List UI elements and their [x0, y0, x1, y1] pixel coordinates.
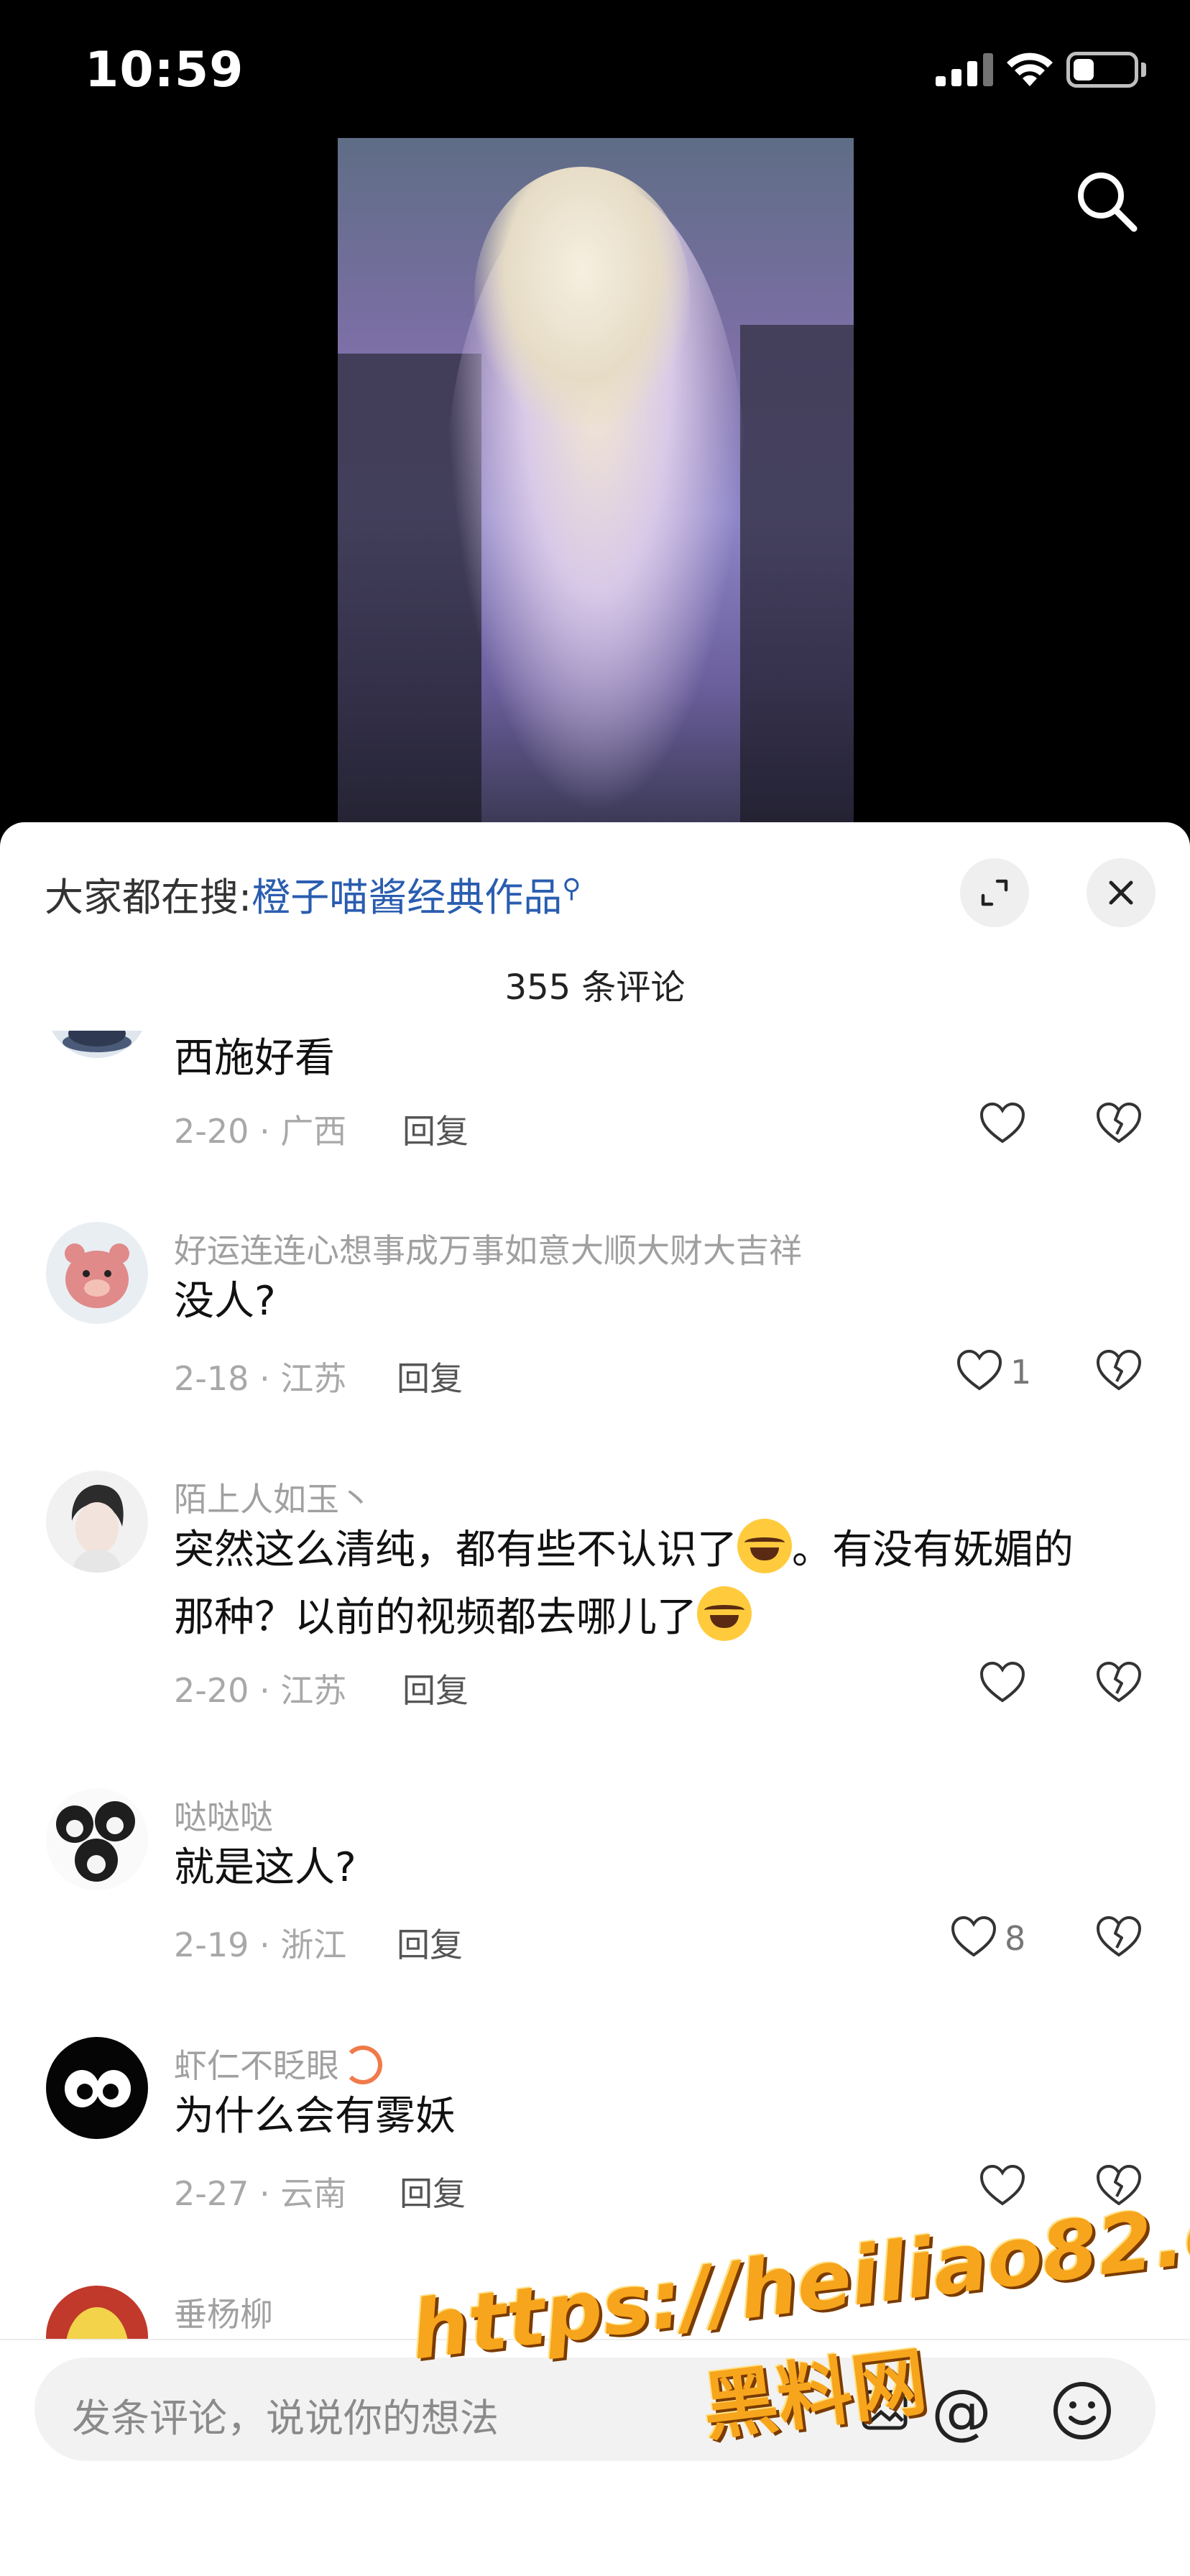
comment-username[interactable]: 陌上人如玉丶	[174, 1473, 372, 1521]
video-frame-detail	[740, 325, 854, 822]
like-heart-icon[interactable]	[979, 2163, 1026, 2208]
dislike-broken-heart-icon[interactable]	[1095, 1915, 1143, 1959]
avatar-image	[65, 2070, 131, 2107]
comment-text: 没人?	[174, 1278, 276, 1325]
divider	[0, 2339, 1190, 2340]
laughing-crying-emoji-icon	[737, 1519, 792, 1573]
mention-at-icon[interactable]: @	[931, 2376, 992, 2447]
dislike-broken-heart-icon[interactable]	[1095, 2163, 1143, 2208]
reply-button[interactable]: 回复	[397, 1919, 463, 1966]
reply-button[interactable]: 回复	[402, 1665, 469, 1712]
comment-text-part: 那种？以前的视频都去哪儿了	[174, 1594, 697, 1641]
shrimp-emoji-icon	[343, 2046, 382, 2084]
comment-text-part: 。有没有妩媚的	[792, 1527, 1074, 1573]
comment-date-location: 2-19 · 浙江	[174, 1926, 347, 1964]
search-suggestion-keyword[interactable]: 橙子喵酱经典作品	[252, 875, 562, 920]
status-time: 10:59	[85, 42, 244, 98]
avatar[interactable]	[46, 1788, 148, 1890]
battery-nub	[1141, 63, 1146, 77]
comment-list[interactable]: 西施好看 2-20 · 广西 回复 好运连连心想事成万事如意大顺大财大吉祥 没人…	[0, 1031, 1190, 2339]
comment-input[interactable]: 发条评论，说说你的想法 @	[34, 2358, 1156, 2461]
comment-username[interactable]: 好运连连心想事成万事如意大顺大财大吉祥	[174, 1225, 802, 1272]
like-heart-icon[interactable]	[979, 1101, 1026, 1146]
avatar[interactable]	[46, 2037, 148, 2139]
status-bar: 10:59	[0, 0, 1190, 137]
comment-text: 西施好看	[174, 1035, 335, 1082]
avatar-image	[56, 1801, 135, 1882]
avatar[interactable]	[46, 2286, 148, 2339]
comment-date-location: 2-20 · 广西	[174, 1112, 347, 1151]
comment-username-text: 虾仁不眨眼	[174, 2046, 339, 2085]
close-icon	[1109, 880, 1133, 905]
comment-username[interactable]: 哒哒哒	[174, 1791, 273, 1839]
avatar-image	[71, 1484, 124, 1573]
comment-text-part: 突然这么清纯，都有些不认识了	[174, 1527, 737, 1573]
comment-count: 355 条评论	[504, 967, 686, 1008]
small-search-icon: ⚲	[562, 874, 581, 903]
expand-button[interactable]	[960, 858, 1029, 927]
emoji-smile-icon[interactable]	[1052, 2380, 1112, 2441]
search-icon[interactable]	[1071, 165, 1143, 237]
close-button[interactable]	[1087, 858, 1156, 927]
comment-text: 为什么会有雾妖	[174, 2093, 456, 2140]
video-frame-detail	[474, 167, 690, 426]
avatar-image	[63, 1031, 132, 1052]
battery-level-fill	[1074, 59, 1094, 80]
comment-date-location: 2-27 · 云南	[174, 2174, 347, 2213]
like-heart-icon[interactable]	[950, 1915, 997, 1959]
reply-button[interactable]: 回复	[402, 1105, 469, 1153]
like-heart-icon[interactable]	[979, 1660, 1026, 1705]
reply-button[interactable]: 回复	[397, 1353, 463, 1400]
dislike-broken-heart-icon[interactable]	[1095, 1348, 1143, 1393]
search-suggestion[interactable]: 大家都在搜:橙子喵酱经典作品⚲	[45, 865, 581, 922]
avatar-image	[66, 2307, 128, 2339]
wifi-icon	[1007, 52, 1053, 86]
video-player[interactable]	[338, 138, 854, 822]
comment-text: 突然这么清纯，都有些不认识了 。有没有妩媚的那种？以前的视频都去哪儿了	[174, 1517, 1137, 1652]
cellular-signal-icon	[936, 53, 993, 86]
comment-username[interactable]: 垂杨柳	[174, 2288, 273, 2336]
like-count: 1	[1010, 1353, 1032, 1392]
like-heart-icon[interactable]	[956, 1348, 1003, 1393]
battery-icon	[1066, 52, 1138, 88]
comment-username[interactable]: 虾仁不眨眼	[174, 2040, 382, 2087]
dislike-broken-heart-icon[interactable]	[1095, 1101, 1143, 1146]
avatar-image	[65, 1243, 129, 1308]
avatar[interactable]	[46, 1031, 148, 1058]
reply-button[interactable]: 回复	[400, 2168, 466, 2215]
comment-date-location: 2-20 · 江苏	[174, 1671, 347, 1710]
search-suggestion-prefix: 大家都在搜:	[45, 875, 252, 920]
comment-sheet: 大家都在搜:橙子喵酱经典作品⚲ 355 条评论 西施好看 2-20 · 广西 回…	[0, 822, 1190, 2576]
expand-icon	[981, 879, 1008, 906]
avatar[interactable]	[46, 1222, 148, 1324]
comment-input-placeholder: 发条评论，说说你的想法	[72, 2396, 499, 2441]
comment-date-location: 2-18 · 江苏	[174, 1359, 347, 1398]
like-count: 8	[1005, 1919, 1026, 1958]
avatar[interactable]	[46, 1471, 148, 1573]
dislike-broken-heart-icon[interactable]	[1095, 1660, 1143, 1705]
comment-text: 就是这人?	[174, 1844, 356, 1891]
image-icon[interactable]	[859, 2385, 910, 2435]
laughing-crying-emoji-icon	[697, 1586, 752, 1641]
